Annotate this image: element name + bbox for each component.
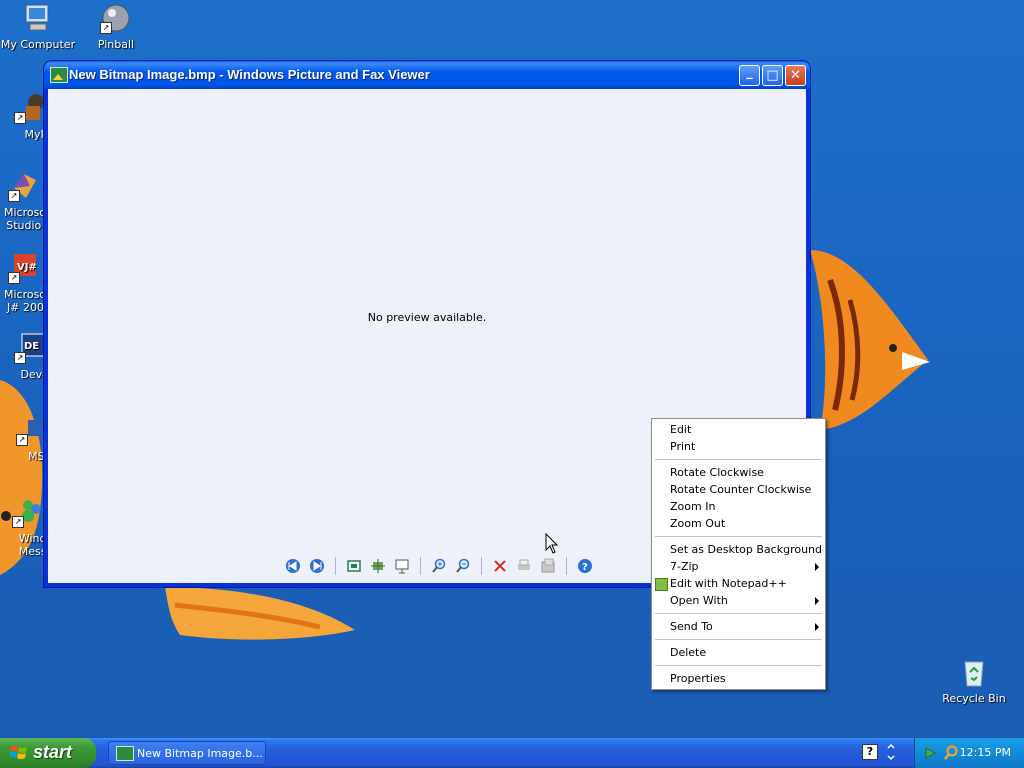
system-tray: 12:15 PM [914,738,1024,768]
shortcut-arrow-icon: ↗ [8,272,20,284]
messenger-icon: ↗ [12,496,44,528]
minimize-button[interactable]: _ [739,65,760,86]
menu-item-set-desktop-background[interactable]: Set as Desktop Background [652,541,825,558]
zoom-in-icon [432,558,446,573]
shortcut-arrow-icon: ↗ [100,22,112,34]
help-icon[interactable]: ? [862,744,878,760]
submenu-arrow-icon [815,597,819,605]
svg-text:DE: DE [24,341,39,352]
menu-item-label: Open With [670,594,728,607]
visual-studio-icon: ↗ [8,170,40,202]
taskbar-button-label: New Bitmap Image.b... [137,747,263,760]
shortcut-arrow-icon: ↗ [16,434,28,446]
copy-to-button[interactable] [538,556,558,576]
copy-to-icon [541,558,555,573]
start-label: start [33,742,73,762]
dev-cpp-icon: DE ↗ [14,332,46,364]
recycle-bin-icon [958,656,990,688]
svg-text:?: ? [582,562,588,573]
picture-viewer-icon [50,67,68,83]
menu-separator [655,665,822,666]
desktop-icon-label: Recycle Bin [942,692,1006,705]
windows-flag-icon [10,745,27,759]
desktop-icon-recycle-bin[interactable]: Recycle Bin [936,656,1012,705]
actual-size-icon [371,559,385,573]
menu-item-open-with[interactable]: Open With [652,592,825,609]
print-button[interactable] [514,556,534,576]
help-icon: ? [578,559,592,573]
previous-image-button[interactable] [283,556,303,576]
shortcut-arrow-icon: ↗ [14,352,26,364]
clock[interactable]: 12:15 PM [960,746,1011,759]
maximize-button[interactable]: □ [762,65,783,86]
viewer-toolbar: ? [283,555,595,577]
notepadpp-icon [655,578,668,591]
desktop-icon-label: My Computer [0,38,76,51]
no-preview-message: No preview available. [367,311,487,324]
delete-icon [494,560,506,572]
delete-button[interactable] [490,556,510,576]
submenu-arrow-icon [815,623,819,631]
menu-separator [655,536,822,537]
menu-separator [655,459,822,460]
actual-size-button[interactable] [368,556,388,576]
slideshow-button[interactable] [392,556,412,576]
start-button[interactable]: start [0,738,96,768]
pinball-icon: ↗ [100,2,132,34]
toolbar-separator [420,557,421,575]
zoom-out-button[interactable] [453,556,473,576]
shortcut-arrow-icon: ↗ [14,112,26,124]
close-button[interactable]: ✕ [785,65,806,86]
computer-icon [22,2,54,34]
menu-item-zoom-out[interactable]: Zoom Out [652,515,825,532]
context-menu: Edit Print Rotate Clockwise Rotate Count… [651,418,826,690]
zoom-out-icon [456,558,470,573]
next-image-button[interactable] [307,556,327,576]
menu-item-label: 7-Zip [670,560,699,573]
menu-item-edit-with-notepadpp[interactable]: Edit with Notepad++ [652,575,825,592]
search-icon[interactable] [943,745,959,761]
shortcut-arrow-icon: ↗ [8,190,20,202]
submenu-arrow-icon [815,563,819,571]
menu-separator [655,613,822,614]
toolbar-separator [335,557,336,575]
menu-separator [655,639,822,640]
best-fit-icon [347,560,361,572]
jsharp-icon: VJ# ↗ [8,252,40,284]
menu-item-rotate-clockwise[interactable]: Rotate Clockwise [652,464,825,481]
menu-item-7zip[interactable]: 7-Zip [652,558,825,575]
mypaint-icon: ↗ [14,92,46,124]
menu-item-edit[interactable]: Edit [652,421,825,438]
menu-item-properties[interactable]: Properties [652,670,825,687]
background-fish-right [810,250,930,430]
menu-item-delete[interactable]: Delete [652,644,825,661]
shortcut-arrow-icon: ↗ [12,516,24,528]
desktop-icon-my-computer[interactable]: My Computer [0,2,76,51]
menu-item-print[interactable]: Print [652,438,825,455]
help-button[interactable]: ? [575,556,595,576]
toolbar-separator [566,557,567,575]
next-image-icon [310,559,324,573]
best-fit-button[interactable] [344,556,364,576]
zoom-in-button[interactable] [429,556,449,576]
picture-viewer-icon [116,746,134,761]
title-bar[interactable]: New Bitmap Image.bmp - Windows Picture a… [44,61,810,89]
window-title: New Bitmap Image.bmp - Windows Picture a… [69,67,430,82]
background-fish-bottom [165,587,355,640]
menu-item-label: Edit with Notepad++ [670,577,787,590]
menu-item-zoom-in[interactable]: Zoom In [652,498,825,515]
menu-item-send-to[interactable]: Send To [652,618,825,635]
toolbar-separator [481,557,482,575]
menu-item-rotate-counter-clockwise[interactable]: Rotate Counter Clockwise [652,481,825,498]
previous-image-icon [286,559,300,573]
desktop-icon-label: Pinball [97,38,135,51]
taskbar-button-picture-viewer[interactable]: New Bitmap Image.b... [108,741,266,765]
menu-item-label: Send To [670,620,713,633]
print-icon [518,559,530,570]
network-icon[interactable] [923,745,939,761]
desktop-icon-pinball[interactable]: ↗ Pinball [78,2,154,51]
slideshow-icon [395,559,409,574]
